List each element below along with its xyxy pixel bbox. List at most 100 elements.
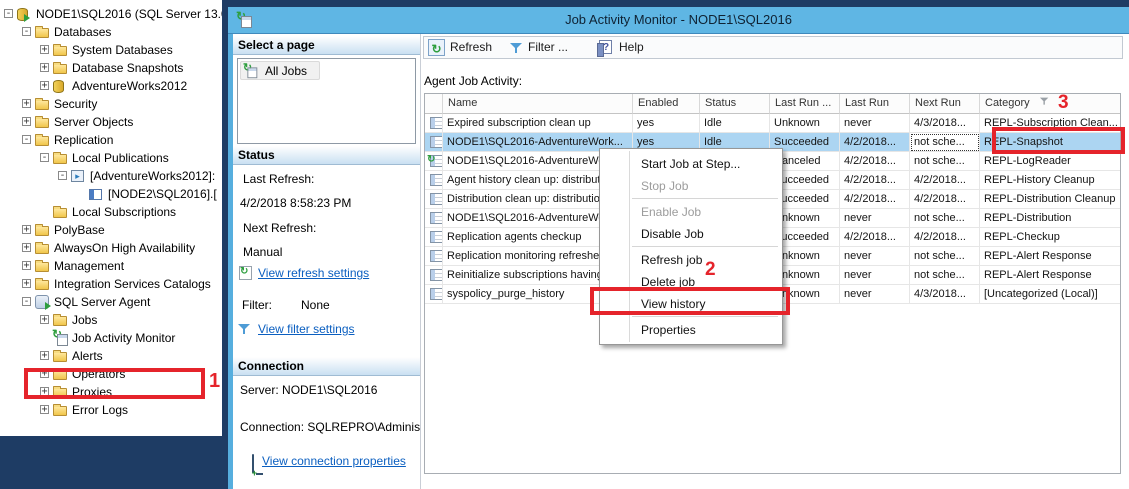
tree-item-polybase[interactable]: + PolyBase bbox=[0, 221, 222, 239]
tree-item-replication[interactable]: - Replication bbox=[0, 131, 222, 149]
collapse-toggle-icon[interactable]: - bbox=[58, 171, 67, 181]
expand-toggle-icon[interactable]: + bbox=[40, 315, 49, 325]
expand-toggle-icon[interactable]: + bbox=[22, 261, 31, 271]
annotation-number-1: 1 bbox=[209, 370, 221, 392]
help-button[interactable]: Help bbox=[619, 37, 644, 58]
cell-next_run: not sche... bbox=[910, 266, 980, 285]
cell-next_run: 4/3/2018... bbox=[910, 285, 980, 304]
filter-button[interactable]: Filter ... bbox=[528, 37, 568, 58]
expand-toggle-icon[interactable]: + bbox=[22, 99, 31, 109]
expand-toggle-icon[interactable]: + bbox=[40, 45, 49, 55]
column-header-last-run[interactable]: Last Run bbox=[840, 94, 910, 114]
folder-icon bbox=[35, 26, 49, 38]
menu-item-stop-job: Stop Job bbox=[641, 179, 689, 193]
tree-item-label: Local Publications bbox=[72, 151, 169, 165]
tree-item-alwayson-high-availability[interactable]: + AlwaysOn High Availability bbox=[0, 239, 222, 257]
tree-item-local-subscriptions[interactable]: Local Subscriptions bbox=[0, 203, 222, 221]
menu-item-disable-job[interactable]: Disable Job bbox=[601, 223, 781, 245]
column-header-name[interactable]: Name bbox=[443, 94, 633, 114]
menu-item-refresh-job[interactable]: Refresh job bbox=[601, 249, 781, 271]
column-header-enabled[interactable]: Enabled bbox=[633, 94, 700, 114]
cell-category: [Uncategorized (Local)] bbox=[980, 285, 1120, 304]
cell-last_run: 4/2/2018... bbox=[840, 190, 910, 209]
expand-toggle-icon[interactable]: + bbox=[22, 117, 31, 127]
tree-item-adventureworks2012[interactable]: - [AdventureWorks2012]: bbox=[0, 167, 222, 185]
tree-item-system-databases[interactable]: + System Databases bbox=[0, 41, 222, 59]
expand-toggle-icon[interactable]: + bbox=[40, 81, 49, 91]
cell-status: Idle bbox=[700, 114, 770, 133]
cell-last_run: 4/2/2018... bbox=[840, 133, 910, 152]
page-item-all-jobs[interactable]: All Jobs bbox=[240, 61, 320, 80]
menu-separator bbox=[632, 198, 778, 199]
cell-last_run_outcome: Unknown bbox=[770, 114, 840, 133]
column-header-icon bbox=[425, 94, 443, 114]
folder-icon bbox=[53, 206, 67, 218]
ssms-application: Object Explorer Connect▼ ↻ -NODE1\SQL201… bbox=[0, 0, 1129, 489]
job-icon-cell bbox=[425, 152, 443, 171]
cell-last_run: never bbox=[840, 285, 910, 304]
refresh-icon[interactable]: ↻ bbox=[428, 39, 445, 56]
cell-next_run: not sche... bbox=[910, 247, 980, 266]
column-header-category[interactable]: Category bbox=[980, 94, 1120, 114]
filter-value: None bbox=[301, 298, 330, 312]
tree-item-label: [NODE2\SQL2016].[ bbox=[108, 187, 217, 201]
tree-item-node1-sql2016-sql-server-13-0-1[interactable]: - NODE1\SQL2016 (SQL Server 13.0.1 bbox=[0, 5, 222, 23]
column-header-last-run-outcome[interactable]: Last Run ... bbox=[770, 94, 840, 114]
tree-item-security[interactable]: + Security bbox=[0, 95, 222, 113]
filter-funnel-icon[interactable] bbox=[510, 42, 523, 55]
expand-toggle-icon[interactable]: + bbox=[22, 279, 31, 289]
tree-item-node2-sql2016[interactable]: [NODE2\SQL2016].[ bbox=[0, 185, 222, 203]
refresh-button[interactable]: Refresh bbox=[450, 37, 492, 58]
tree-item-label: PolyBase bbox=[54, 223, 105, 237]
cell-next_run: 4/2/2018... bbox=[910, 228, 980, 247]
cell-next_run: 4/2/2018... bbox=[910, 171, 980, 190]
pane-divider bbox=[420, 34, 421, 489]
collapse-toggle-icon[interactable]: - bbox=[4, 9, 13, 19]
tree-item-label: Integration Services Catalogs bbox=[54, 277, 211, 291]
expand-toggle-icon[interactable]: + bbox=[40, 405, 49, 415]
tree-item-error-logs[interactable]: + Error Logs bbox=[0, 401, 222, 419]
collapse-toggle-icon[interactable]: - bbox=[40, 153, 49, 163]
tree-item-job-activity-monitor[interactable]: Job Activity Monitor bbox=[0, 328, 222, 347]
tree-item-jobs[interactable]: + Jobs bbox=[0, 311, 222, 329]
tree-item-adventureworks2012[interactable]: + AdventureWorks2012 bbox=[0, 77, 222, 95]
collapse-toggle-icon[interactable]: - bbox=[22, 27, 31, 37]
tree-item-alerts[interactable]: + Alerts bbox=[0, 347, 222, 365]
tree-item-integration-services-catalogs[interactable]: + Integration Services Catalogs bbox=[0, 275, 222, 293]
expand-toggle-icon[interactable]: + bbox=[22, 243, 31, 253]
tree-item-label: Database Snapshots bbox=[72, 61, 184, 75]
collapse-toggle-icon[interactable]: - bbox=[22, 297, 31, 307]
tree-item-local-publications[interactable]: - Local Publications bbox=[0, 149, 222, 167]
cell-next_run: not sche... bbox=[910, 133, 980, 152]
help-icon[interactable] bbox=[597, 40, 612, 57]
tree-item-databases[interactable]: - Databases bbox=[0, 23, 222, 41]
view-connection-properties-link[interactable]: View connection properties bbox=[262, 454, 406, 468]
column-filter-icon[interactable] bbox=[1039, 97, 1049, 106]
folder-icon bbox=[53, 404, 67, 416]
tree-item-label: NODE1\SQL2016 (SQL Server 13.0.1 bbox=[36, 7, 222, 21]
expand-toggle-icon[interactable]: + bbox=[40, 63, 49, 73]
view-refresh-settings-link[interactable]: View refresh settings bbox=[258, 266, 369, 280]
tree-item-label: Management bbox=[54, 259, 125, 273]
job-activity-monitor-icon bbox=[236, 10, 253, 28]
column-header-next-run[interactable]: Next Run bbox=[910, 94, 980, 114]
job-context-menu: Start Job at Step... Stop Job Enable Job Di… bbox=[599, 148, 783, 345]
expand-toggle-icon[interactable]: + bbox=[40, 351, 49, 361]
menu-item-properties[interactable]: Properties bbox=[601, 319, 781, 341]
tree-item-database-snapshots[interactable]: + Database Snapshots bbox=[0, 59, 222, 77]
menu-item-start-job-at-step[interactable]: Start Job at Step... bbox=[601, 153, 781, 175]
column-header-status[interactable]: Status bbox=[700, 94, 770, 114]
connection-section-header: Connection bbox=[233, 357, 420, 376]
collapse-toggle-icon[interactable]: - bbox=[22, 135, 31, 145]
view-filter-settings-link[interactable]: View filter settings bbox=[258, 322, 355, 336]
tree-item-management[interactable]: + Management bbox=[0, 257, 222, 275]
tree-item-sql-server-agent[interactable]: - SQL Server Agent bbox=[0, 293, 222, 311]
tree-item-server-objects[interactable]: + Server Objects bbox=[0, 113, 222, 131]
annotation-box-job-activity-monitor bbox=[24, 368, 205, 399]
cell-enabled: yes bbox=[633, 114, 700, 133]
expand-toggle-icon[interactable]: + bbox=[22, 225, 31, 235]
agent-icon bbox=[35, 295, 51, 310]
select-a-page-header: Select a page bbox=[233, 36, 420, 55]
annotation-number-3: 3 bbox=[1058, 92, 1069, 113]
database-icon bbox=[53, 80, 64, 93]
